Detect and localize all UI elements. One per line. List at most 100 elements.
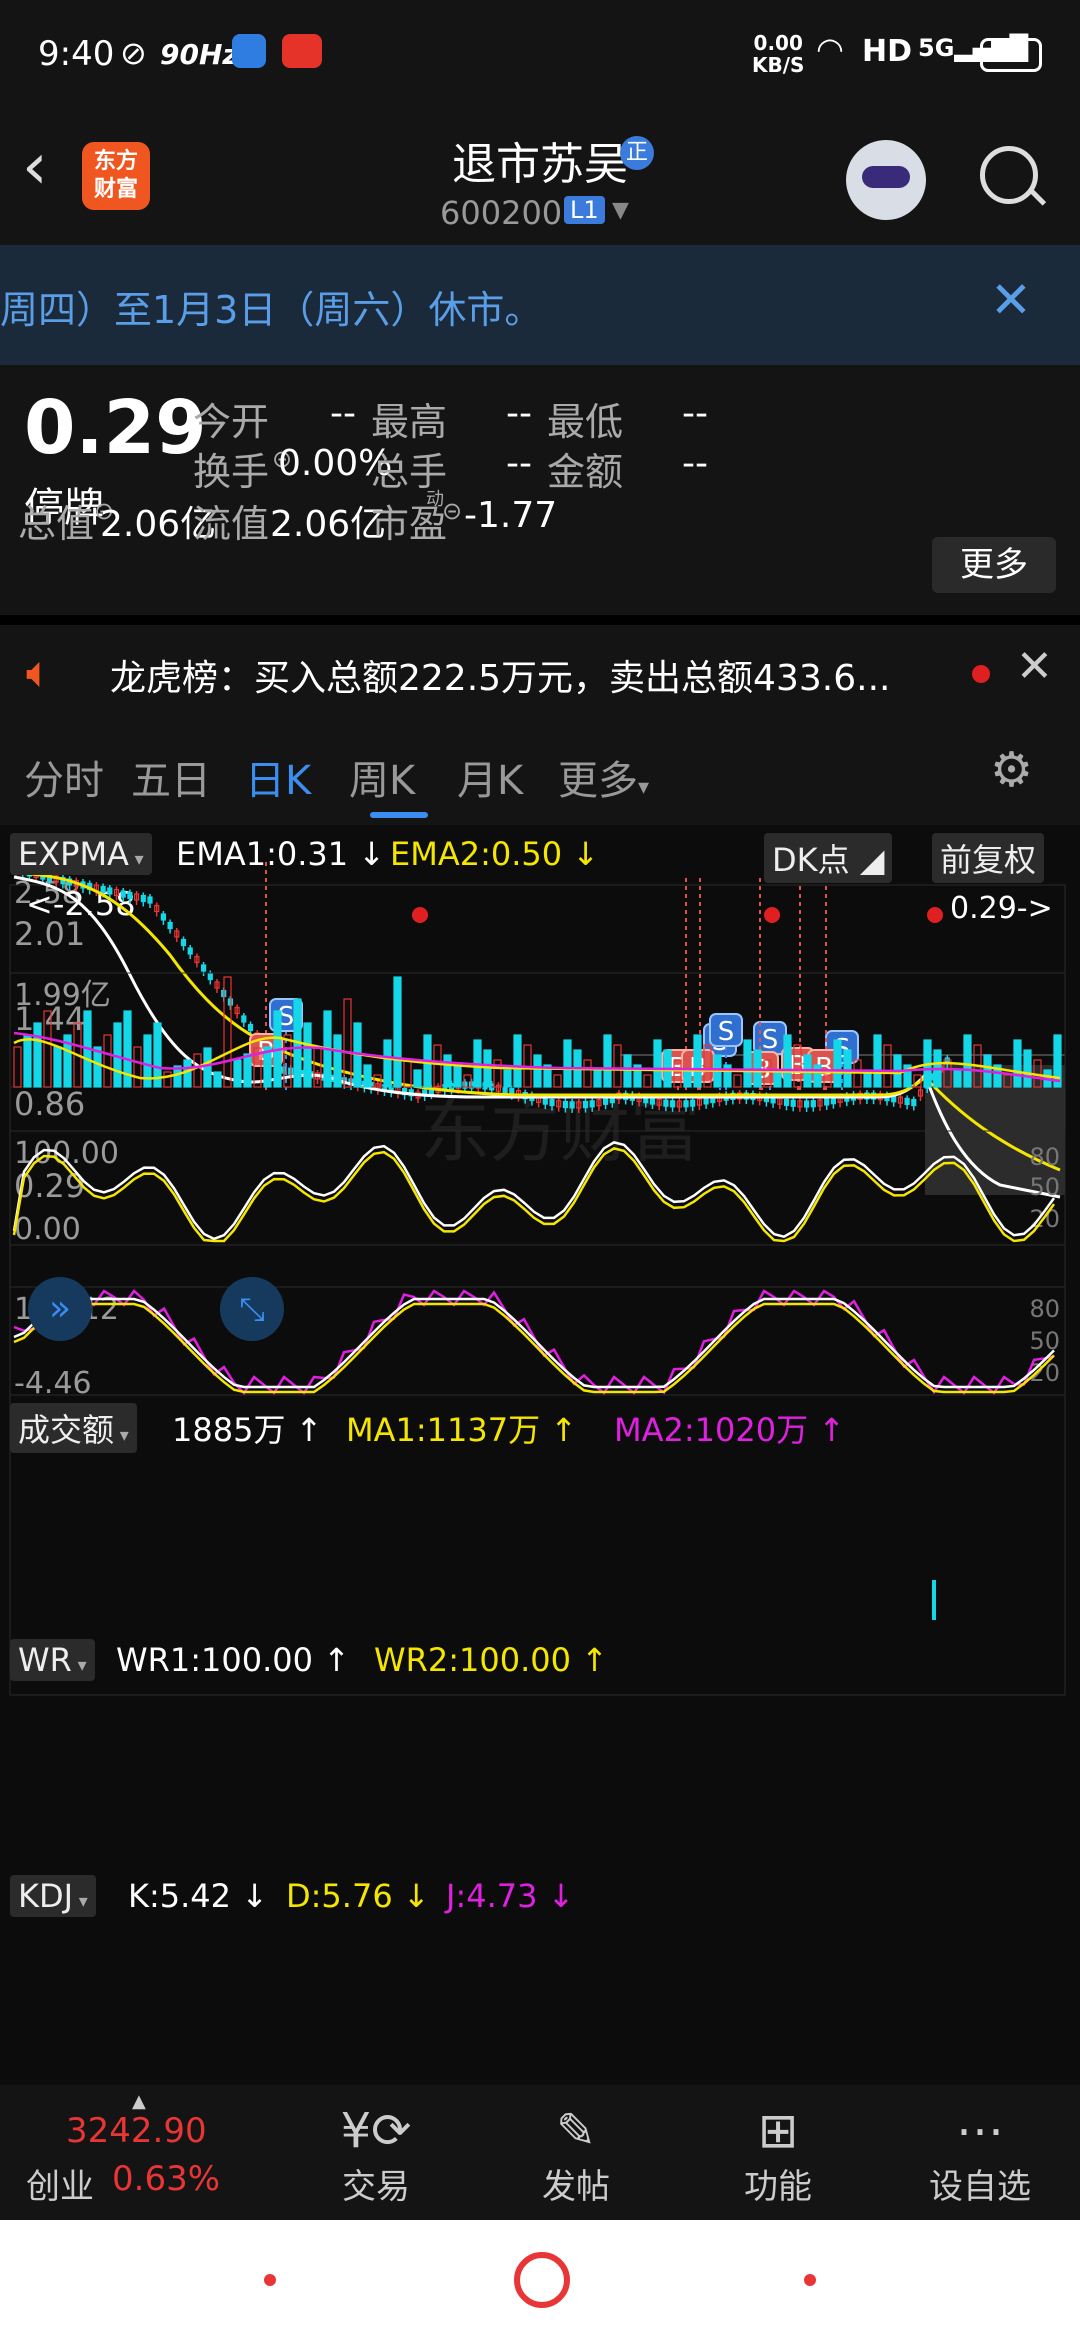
nav-recent-dot[interactable]	[804, 2274, 816, 2286]
net-speed: 0.00 KB/S	[752, 31, 805, 77]
level-badge[interactable]: L1	[564, 196, 605, 224]
speaker-icon: 🔈︎	[26, 647, 53, 698]
field-value-open: --	[330, 393, 356, 434]
volume-max-tick: 1.99亿	[14, 978, 111, 1013]
system-nav-bar	[0, 2220, 1080, 2340]
last-price: 0.29	[24, 385, 207, 471]
tab-daily-k[interactable]: 日K	[245, 748, 311, 806]
expand-left-icon[interactable]: »	[28, 1277, 92, 1341]
more-dots-icon: ⋯	[956, 2103, 1004, 2159]
trade-button[interactable]: ¥⟳ 交易	[296, 2103, 456, 2208]
dragon-text[interactable]: 龙虎榜：买入总额222.5万元，卖出总额433.6...	[110, 649, 890, 701]
level-dropdown-icon[interactable]: ▼	[612, 198, 629, 223]
volume-bar	[833, 1039, 842, 1088]
candle-body	[180, 938, 187, 947]
status-time: 9:40	[38, 34, 115, 74]
kdj-k-readout: K:5.42 ↓	[128, 1877, 268, 1915]
volume-bar	[953, 1069, 962, 1088]
volume-bar	[233, 1059, 242, 1088]
tab-more[interactable]: 更多▾	[558, 748, 649, 806]
add-watchlist-button[interactable]: ⋯ 设自选	[900, 2103, 1060, 2208]
tab-weekly-k[interactable]: 周K	[349, 748, 415, 806]
kline-chart-area[interactable]: 东方财富2.011.440.860.292.58<-2.58SSSSSBBBBB…	[0, 825, 1080, 2085]
main-panel-frame	[9, 884, 1066, 1696]
stock-code: 600200	[440, 194, 563, 232]
quote-panel: 0.29 停牌 今开 -- 最高 -- 最低 -- 换手 ⊝ 0.00% 总手 …	[0, 365, 1080, 615]
volume-bar	[393, 976, 402, 1088]
candle-body	[824, 1098, 830, 1106]
candle-body	[602, 1097, 609, 1105]
wr-right-tick: 50	[1029, 1173, 1060, 1201]
ema1-readout: EMA1:0.31 ↓	[176, 835, 386, 873]
kdj-panel-frame	[9, 1286, 1066, 1396]
volume-bar	[643, 1074, 652, 1088]
volume-bar	[213, 1071, 222, 1088]
post-label: 发帖	[542, 2167, 610, 2207]
kdj-right-tick: 50	[1029, 1327, 1060, 1355]
candle-body	[569, 1101, 575, 1109]
dragon-tiger-banner[interactable]: 🔈︎ 龙虎榜：买入总额222.5万元，卖出总额433.6... ✕	[0, 625, 1080, 720]
field-label-mktcap: 总值	[18, 502, 95, 546]
index-value[interactable]: 3242.90	[66, 2111, 207, 2151]
close-icon[interactable]: ✕	[1016, 641, 1053, 692]
tab-monthly-k[interactable]: 月K	[457, 748, 523, 806]
volume-bar	[333, 1034, 342, 1088]
tab-five-day[interactable]: 五日	[131, 748, 211, 806]
kdj-indicator-select[interactable]: KDJ ▾	[10, 1875, 96, 1917]
candle-body	[549, 1098, 555, 1107]
kdj-right-tick: 80	[1029, 1295, 1060, 1323]
active-tab-indicator	[370, 812, 428, 818]
volume-bar	[583, 1059, 592, 1088]
candle-body	[562, 1100, 569, 1109]
field-label-low: 最低	[547, 400, 624, 444]
volume-bar	[203, 1047, 212, 1088]
hd-indicator: HD	[862, 34, 913, 69]
volume-bar	[873, 1034, 882, 1088]
main-indicator-select[interactable]: EXPMA ▾	[10, 833, 152, 875]
candle-body	[201, 964, 207, 972]
wr-tick-bottom: 0.00	[14, 1212, 81, 1247]
dk-point-button[interactable]: DK点 ◢	[764, 833, 893, 883]
candle-body	[127, 891, 133, 900]
field-label-float: 流值	[193, 502, 270, 546]
sell-marker-label: S	[762, 1025, 779, 1055]
kdj-j-line	[13, 1289, 1055, 1396]
candle-body	[140, 894, 146, 903]
search-icon[interactable]	[980, 146, 1038, 204]
volume-bar	[13, 1046, 22, 1088]
volume-bar	[243, 1053, 252, 1088]
volume-bar	[53, 1046, 62, 1088]
index-name[interactable]: 创业	[26, 2159, 94, 2208]
field-value-amount: --	[682, 443, 708, 484]
volume-bar	[193, 1053, 202, 1088]
volume-indicator-select[interactable]: 成交额 ▾	[10, 1403, 137, 1453]
field-value-low: --	[682, 393, 708, 434]
info-icon[interactable]: ⊝	[442, 497, 462, 525]
wr-indicator-select[interactable]: WR ▾	[10, 1639, 95, 1681]
nav-home-button[interactable]	[514, 2252, 570, 2308]
volume-bar	[813, 1064, 822, 1088]
assistant-robot-icon[interactable]	[846, 140, 926, 220]
close-icon[interactable]: ✕	[990, 271, 1032, 329]
trade-label: 交易	[342, 2167, 410, 2207]
gear-icon[interactable]: ⚙	[990, 742, 1033, 798]
more-button[interactable]: 更多	[932, 537, 1056, 593]
grid-icon: ⊞	[757, 2103, 799, 2159]
index-change[interactable]: 0.63%	[112, 2159, 220, 2199]
nav-back-dot[interactable]	[264, 2274, 276, 2286]
last-price-label: 0.29->	[950, 891, 1053, 926]
fullscreen-icon[interactable]: ⤡	[220, 1277, 284, 1341]
candle-body	[227, 998, 233, 1006]
tab-intraday[interactable]: 分时	[24, 748, 104, 806]
post-button[interactable]: ✎ 发帖	[496, 2103, 656, 2208]
adjust-button[interactable]: 前复权	[932, 833, 1045, 883]
functions-button[interactable]: ⊞ 功能	[698, 2103, 858, 2208]
wr1-readout: WR1:100.00 ↑	[116, 1641, 350, 1679]
field-value-pe: -1.77	[464, 495, 558, 536]
field-value-float: 2.06亿	[270, 504, 387, 545]
bottom-toolbar: ▲ 3242.90 创业 0.63% ¥⟳ 交易 ✎ 发帖 ⊞ 功能 ⋯ 设自选	[0, 2085, 1080, 2220]
ema2-readout: EMA2:0.50 ↓	[390, 835, 600, 873]
candle-body	[241, 1015, 247, 1023]
candle-body	[649, 1097, 656, 1105]
volume-bar	[623, 1054, 632, 1088]
